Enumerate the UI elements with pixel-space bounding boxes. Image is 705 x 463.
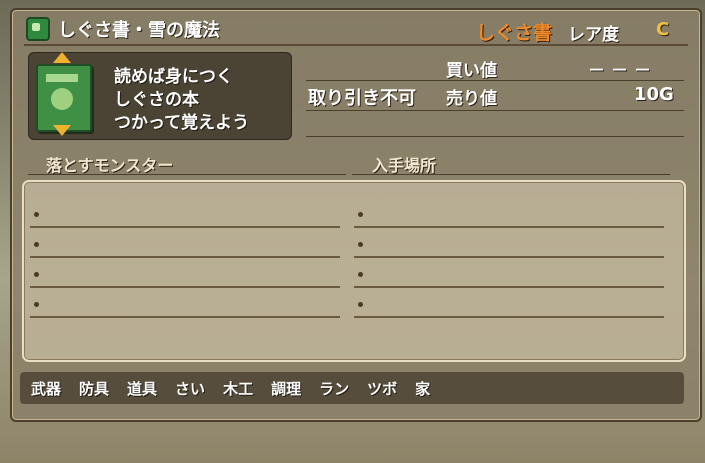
sell-price-label: 売り値 [446, 89, 497, 109]
price-divider [306, 80, 684, 81]
buy-price-label: 買い値 [446, 61, 497, 81]
description-line: 読めば身につく [114, 67, 233, 87]
obtain-place-row [354, 260, 664, 288]
bullet-icon [34, 212, 39, 217]
tab-house[interactable]: 家 [415, 378, 430, 399]
obtain-place-row [354, 230, 664, 258]
trade-status: 取り引き不可 [308, 88, 416, 109]
drop-and-location-list [22, 180, 686, 362]
header-divider [28, 174, 346, 175]
tab-woodwork[interactable]: 木工 [223, 378, 253, 399]
bullet-icon [34, 302, 39, 307]
bullet-icon [358, 212, 363, 217]
tab-cooking[interactable]: 調理 [271, 378, 301, 399]
bullet-icon [34, 272, 39, 277]
obtain-place-row [354, 290, 664, 318]
tab-armor[interactable]: 防具 [79, 378, 109, 399]
drop-monster-row [30, 200, 340, 228]
item-title-row: しぐさ書・雪の魔法 [26, 14, 220, 44]
description-line: しぐさの本 [114, 90, 199, 110]
tab-lamp[interactable]: ラン [319, 378, 349, 399]
tab-tools[interactable]: 道具 [127, 378, 157, 399]
bullet-icon [34, 242, 39, 247]
sell-price-value: 10G [634, 84, 674, 105]
drop-monster-row [30, 290, 340, 318]
drop-monster-row [30, 230, 340, 258]
drop-monsters-header: 落とすモンスター [46, 156, 174, 175]
category-tab-bar: 武器 防具 道具 さい 木工 調理 ラン ツボ 家 [20, 372, 684, 404]
next-item-arrow-icon[interactable] [53, 125, 71, 136]
rarity-value: C [656, 19, 670, 40]
header-divider [352, 174, 670, 175]
bullet-icon [358, 272, 363, 277]
tab-pot[interactable]: ツボ [367, 378, 397, 399]
title-divider [24, 44, 688, 46]
bullet-icon [358, 302, 363, 307]
rarity-label: レア度 [568, 25, 619, 45]
drop-monster-row [30, 260, 340, 288]
green-book-icon [36, 64, 92, 132]
item-name: しぐさ書・雪の魔法 [58, 20, 220, 41]
obtain-place-row [354, 200, 664, 228]
obtain-places-header: 入手場所 [372, 156, 437, 175]
price-divider [306, 110, 684, 111]
book-category-icon [26, 17, 50, 41]
tab-sewing[interactable]: さい [175, 378, 205, 399]
item-category: しぐさ書 [476, 22, 553, 44]
description-line: つかって覚えよう [114, 113, 250, 133]
buy-price-value: －－－ [588, 61, 657, 81]
bullet-icon [358, 242, 363, 247]
price-divider [306, 136, 684, 137]
previous-item-arrow-icon[interactable] [53, 52, 71, 63]
tab-weapons[interactable]: 武器 [31, 378, 61, 399]
